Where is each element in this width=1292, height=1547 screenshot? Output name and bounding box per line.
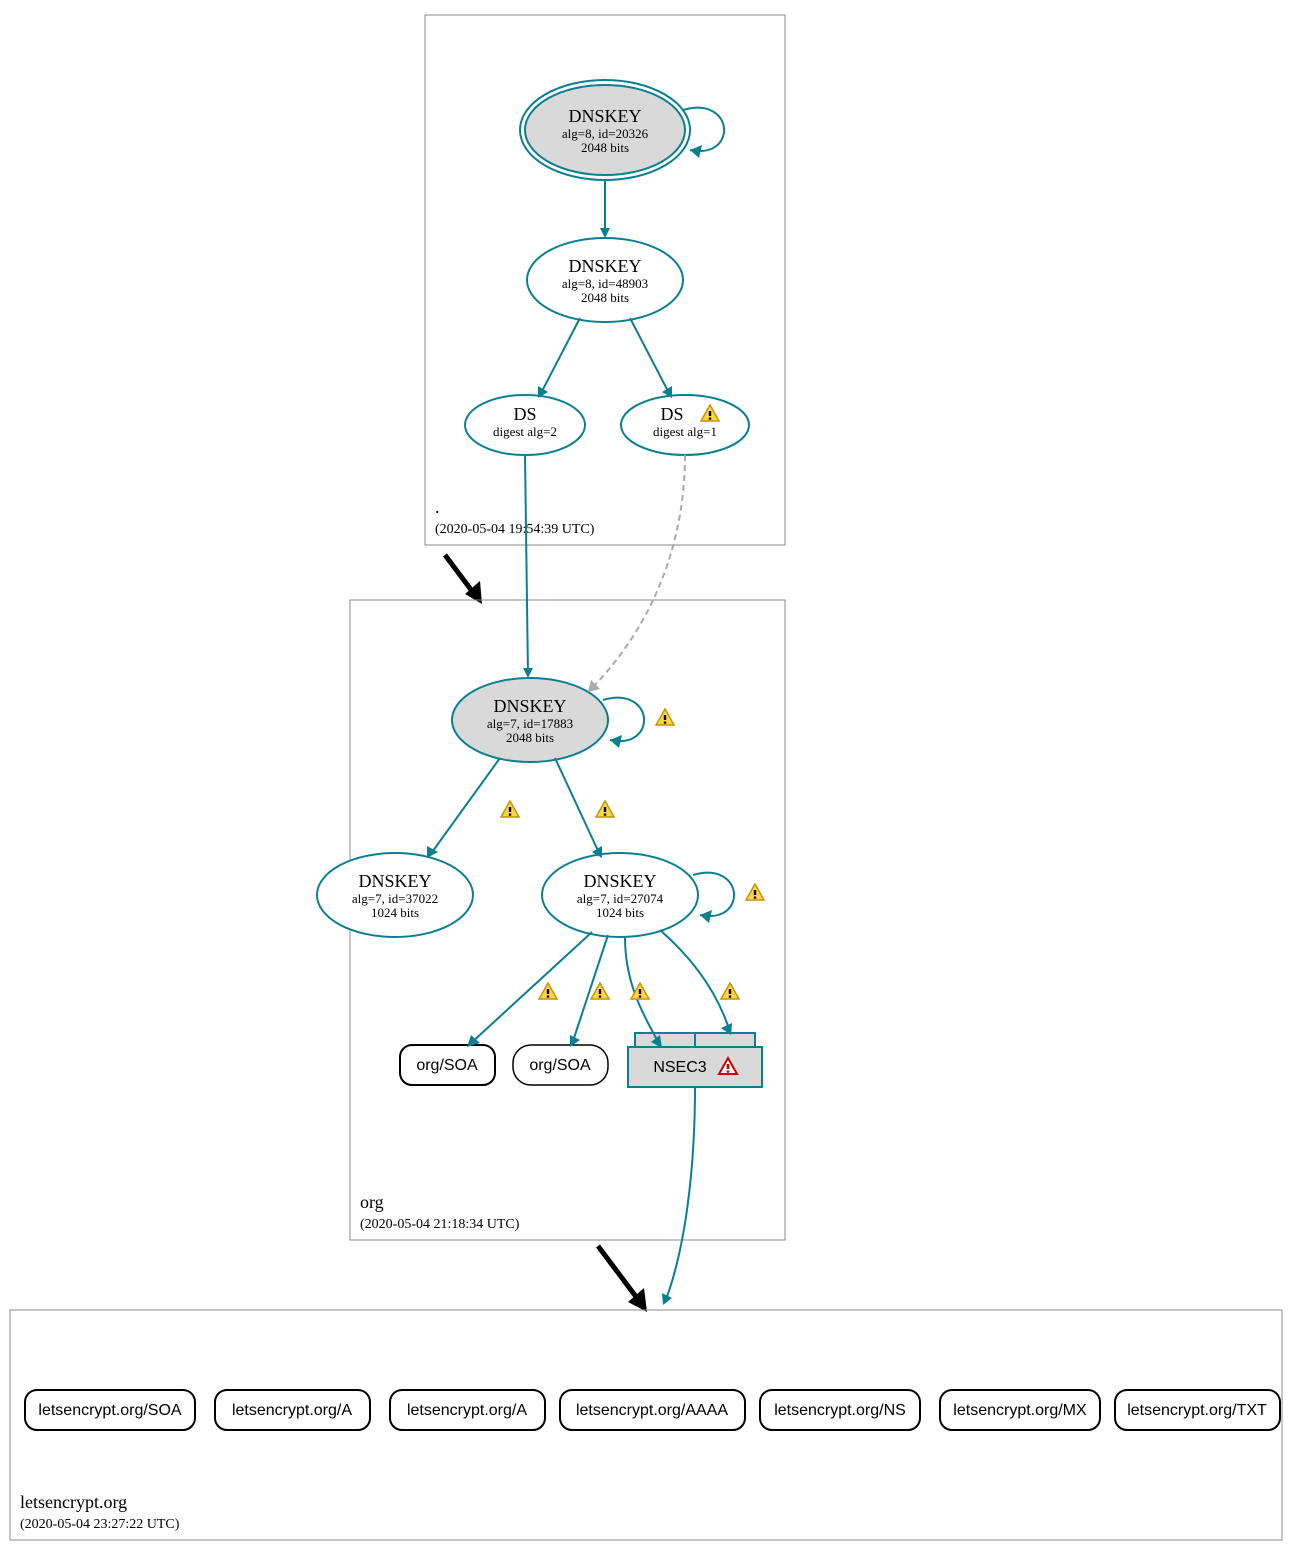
rrset-le-soa[interactable]: letsencrypt.org/SOA — [25, 1390, 195, 1430]
svg-text:2048 bits: 2048 bits — [581, 290, 629, 305]
svg-text:DNSKEY: DNSKEY — [493, 696, 566, 716]
warning-icon — [539, 983, 557, 999]
edge-ds2-orgksk — [590, 455, 685, 690]
node-org-soa2[interactable]: org/SOA — [513, 1045, 608, 1085]
zone-org-timestamp: (2020-05-04 21:18:34 UTC) — [360, 1217, 520, 1232]
svg-text:1024 bits: 1024 bits — [596, 905, 644, 920]
warning-icon — [746, 884, 764, 900]
node-root-ksk[interactable]: DNSKEY alg=8, id=20326 2048 bits — [520, 80, 690, 180]
edge-ds1-orgksk — [525, 455, 528, 676]
svg-text:DNSKEY: DNSKEY — [568, 256, 641, 276]
zone-le-name: letsencrypt.org — [20, 1492, 127, 1512]
svg-text:alg=7, id=37022: alg=7, id=37022 — [352, 891, 438, 906]
zone-org-name: org — [360, 1192, 384, 1212]
svg-text:alg=8, id=20326: alg=8, id=20326 — [562, 126, 649, 141]
edge-org-to-le-delegation — [598, 1246, 640, 1302]
svg-text:org/SOA: org/SOA — [529, 1057, 591, 1074]
svg-text:2048 bits: 2048 bits — [581, 140, 629, 155]
edge-rootzsk-ds2 — [630, 318, 670, 395]
zone-root-name: . — [435, 497, 440, 517]
svg-text:alg=7, id=17883: alg=7, id=17883 — [487, 716, 573, 731]
svg-text:letsencrypt.org/MX: letsencrypt.org/MX — [953, 1402, 1087, 1419]
node-org-zsk2[interactable]: DNSKEY alg=7, id=27074 1024 bits — [542, 853, 698, 937]
node-nsec3[interactable]: NSEC3 — [628, 1033, 762, 1087]
svg-text:alg=8, id=48903: alg=8, id=48903 — [562, 276, 648, 291]
warning-icon — [596, 801, 614, 817]
node-org-ksk[interactable]: DNSKEY alg=7, id=17883 2048 bits — [452, 678, 608, 762]
svg-text:letsencrypt.org/TXT: letsencrypt.org/TXT — [1127, 1402, 1267, 1419]
node-ds-alg2[interactable]: DS digest alg=2 — [465, 395, 585, 455]
node-root-zsk[interactable]: DNSKEY alg=8, id=48903 2048 bits — [527, 238, 683, 322]
warning-icon — [721, 983, 739, 999]
node-org-zsk1[interactable]: DNSKEY alg=7, id=37022 1024 bits — [317, 853, 473, 937]
svg-text:DNSKEY: DNSKEY — [568, 106, 641, 126]
rrset-le-mx[interactable]: letsencrypt.org/MX — [940, 1390, 1100, 1430]
svg-text:2048 bits: 2048 bits — [506, 730, 554, 745]
edge-orgksk-zsk1 — [430, 758, 500, 855]
svg-text:DNSKEY: DNSKEY — [358, 871, 431, 891]
warning-icon — [656, 709, 674, 725]
edge-root-to-org-delegation — [445, 555, 475, 595]
edge-orgksk-zsk2 — [555, 758, 600, 855]
edge-orgzsk2-self — [693, 873, 734, 916]
edge-orgksk-self — [603, 698, 644, 741]
edge-rootzsk-ds1 — [540, 318, 580, 395]
dnssec-graph: . (2020-05-04 19:54:39 UTC) DNSKEY alg=8… — [0, 0, 1292, 1547]
svg-text:digest alg=1: digest alg=1 — [653, 424, 717, 439]
rrset-le-aaaa[interactable]: letsencrypt.org/AAAA — [560, 1390, 745, 1430]
svg-text:letsencrypt.org/A: letsencrypt.org/A — [407, 1402, 527, 1419]
rrset-le-txt[interactable]: letsencrypt.org/TXT — [1115, 1390, 1280, 1430]
edge-zsk2-nsec3b — [660, 930, 730, 1032]
warning-icon — [501, 801, 519, 817]
node-org-soa1[interactable]: org/SOA — [400, 1045, 495, 1085]
svg-text:1024 bits: 1024 bits — [371, 905, 419, 920]
svg-text:org/SOA: org/SOA — [416, 1057, 478, 1074]
node-ds-alg1[interactable]: DS digest alg=1 — [621, 395, 749, 455]
svg-text:letsencrypt.org/NS: letsencrypt.org/NS — [774, 1402, 906, 1419]
zone-le-timestamp: (2020-05-04 23:27:22 UTC) — [20, 1517, 180, 1532]
svg-text:letsencrypt.org/AAAA: letsencrypt.org/AAAA — [576, 1402, 728, 1419]
svg-text:letsencrypt.org/SOA: letsencrypt.org/SOA — [38, 1402, 182, 1419]
svg-text:letsencrypt.org/A: letsencrypt.org/A — [232, 1402, 352, 1419]
rrset-le-a1[interactable]: letsencrypt.org/A — [215, 1390, 370, 1430]
zone-root-timestamp: (2020-05-04 19:54:39 UTC) — [435, 522, 595, 537]
svg-text:NSEC3: NSEC3 — [653, 1059, 706, 1076]
edge-nsec3-to-le — [665, 1087, 695, 1302]
svg-text:digest alg=2: digest alg=2 — [493, 424, 557, 439]
svg-text:DS: DS — [513, 404, 536, 424]
svg-text:DNSKEY: DNSKEY — [583, 871, 656, 891]
svg-text:DS: DS — [660, 404, 683, 424]
rrset-le-a2[interactable]: letsencrypt.org/A — [390, 1390, 545, 1430]
edge-zsk2-soa1 — [470, 932, 592, 1044]
svg-text:alg=7, id=27074: alg=7, id=27074 — [577, 891, 664, 906]
warning-icon — [591, 983, 609, 999]
rrset-le-ns[interactable]: letsencrypt.org/NS — [760, 1390, 920, 1430]
